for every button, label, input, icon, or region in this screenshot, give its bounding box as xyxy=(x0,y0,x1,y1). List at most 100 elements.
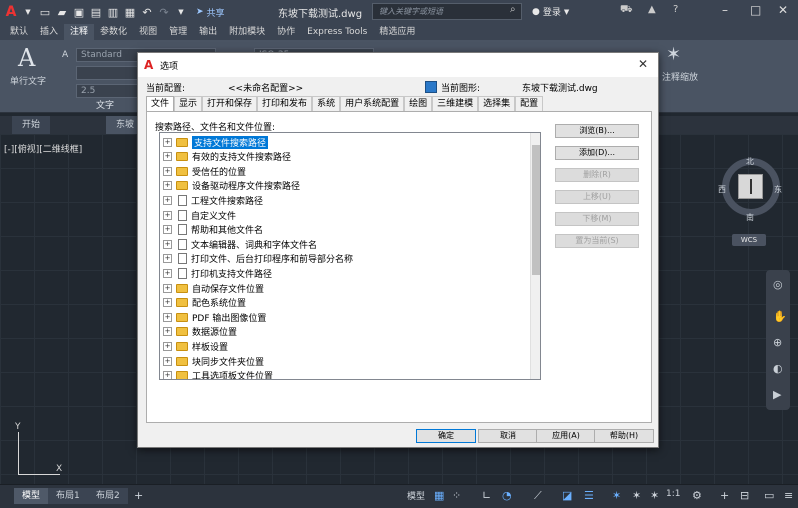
undo-icon[interactable]: ↶ xyxy=(140,5,154,19)
ribbon-tab-parametric[interactable]: 参数化 xyxy=(94,24,133,40)
expand-icon[interactable]: + xyxy=(163,181,172,191)
lineweight-icon[interactable]: ☰ xyxy=(584,489,594,502)
orbit-icon[interactable]: ◐ xyxy=(773,362,783,375)
tree-item[interactable]: + 块同步文件夹位置 xyxy=(163,354,264,368)
tree-item[interactable]: + 工程文件搜索路径 xyxy=(163,193,263,207)
layout-tab-2[interactable]: 布局2 xyxy=(88,488,128,504)
remove-button[interactable]: 删除(R) xyxy=(555,168,639,182)
single-line-text-label[interactable]: 单行文字 xyxy=(10,74,46,87)
browse-button[interactable]: 浏览(B)... xyxy=(555,124,639,138)
ribbon-tab-addins[interactable]: 附加模块 xyxy=(223,24,271,40)
web-mobile-icon[interactable]: ▥ xyxy=(106,5,120,19)
layout-tab-1[interactable]: 布局1 xyxy=(48,488,88,504)
tab-selection[interactable]: 选择集 xyxy=(478,96,516,111)
tree-item[interactable]: + 数据源位置 xyxy=(163,325,237,339)
wcs-menu[interactable]: WCS xyxy=(732,234,766,246)
tree-item[interactable]: + 打印机支持文件路径 xyxy=(163,266,272,280)
help-button[interactable]: 帮助(H) xyxy=(594,429,654,443)
expand-icon[interactable]: + xyxy=(163,239,172,249)
polar-tracking-icon[interactable]: ◔ xyxy=(502,489,512,502)
tree-item[interactable]: + 工具选项板文件位置 xyxy=(163,369,273,379)
save-icon[interactable]: ▣ xyxy=(72,5,86,19)
ribbon-tab-express-tools[interactable]: Express Tools xyxy=(301,24,373,40)
scrollbar-thumb[interactable] xyxy=(532,145,540,275)
ribbon-tab-manage[interactable]: 管理 xyxy=(163,24,193,40)
compass-west[interactable]: 西 xyxy=(718,184,726,195)
text-style-icon[interactable]: A xyxy=(62,50,68,60)
annotation-scale-icon[interactable]: ✶ xyxy=(650,489,659,502)
help-icon[interactable]: ? xyxy=(673,4,678,15)
move-up-button[interactable]: 上移(U) xyxy=(555,190,639,204)
tree-item[interactable]: + 自定义文件 xyxy=(163,208,236,222)
open-folder-icon[interactable]: ▰ xyxy=(55,5,69,19)
add-button[interactable]: 添加(D)... xyxy=(555,146,639,160)
compass-north[interactable]: 北 xyxy=(746,156,754,167)
apply-button[interactable]: 应用(A) xyxy=(536,429,596,443)
compass-south[interactable]: 南 xyxy=(746,212,754,223)
expand-icon[interactable]: + xyxy=(163,283,172,293)
auto-scale-icon[interactable]: ✶ xyxy=(632,489,641,502)
tree-item[interactable]: + PDF 输出图像位置 xyxy=(163,310,266,324)
new-file-icon[interactable]: ▭ xyxy=(38,5,52,19)
tab-system[interactable]: 系统 xyxy=(312,96,341,111)
workspace-gear-icon[interactable]: ⚙ xyxy=(692,489,702,502)
tree-item[interactable]: + 配色系统位置 xyxy=(163,296,246,310)
dialog-close-button[interactable]: ✕ xyxy=(638,57,648,71)
expand-icon[interactable]: + xyxy=(163,312,172,322)
expand-icon[interactable]: + xyxy=(163,298,172,308)
tab-drafting[interactable]: 绘图 xyxy=(404,96,433,111)
share-button[interactable]: ➤ 共享 xyxy=(196,6,225,19)
tree-item[interactable]: + 支持文件搜索路径 xyxy=(163,135,269,149)
cart-icon[interactable]: ⛟ xyxy=(620,4,633,17)
grid-icon[interactable]: ▦ xyxy=(434,489,444,502)
expand-icon[interactable]: + xyxy=(163,152,172,162)
annotation-scale-label[interactable]: 注释缩放 xyxy=(662,70,698,83)
tab-open-save[interactable]: 打开和保存 xyxy=(202,96,258,111)
tab-files[interactable]: 文件 xyxy=(146,96,175,112)
text-panel-label[interactable]: 文字 xyxy=(96,98,114,111)
tree-item[interactable]: + 样板设置 xyxy=(163,339,228,353)
customize-icon[interactable]: ≡ xyxy=(784,489,793,502)
add-layout-icon[interactable]: + xyxy=(134,489,143,502)
dialog-title-bar[interactable]: A 选项 ✕ xyxy=(138,53,658,77)
annotation-monitor-icon[interactable]: + xyxy=(720,489,729,502)
exchange-icon[interactable]: ▲ xyxy=(648,4,656,15)
ribbon-tab-insert[interactable]: 插入 xyxy=(34,24,64,40)
tree-item[interactable]: + 打印文件、后台打印程序和前导部分名称 xyxy=(163,252,353,266)
tab-user-preferences[interactable]: 用户系统配置 xyxy=(340,96,405,111)
tree-item[interactable]: + 自动保存文件位置 xyxy=(163,281,264,295)
tree-item[interactable]: + 帮助和其他文件名 xyxy=(163,223,263,237)
ortho-icon[interactable]: ∟ xyxy=(482,489,491,502)
redo-icon[interactable]: ↷ xyxy=(157,5,171,19)
set-current-button[interactable]: 置为当前(S) xyxy=(555,234,639,248)
search-input[interactable]: 键入关键字或短语 xyxy=(372,3,522,20)
expand-icon[interactable]: + xyxy=(163,268,172,278)
steering-wheel-icon[interactable]: ◎ xyxy=(773,278,783,291)
annotation-scale-icon[interactable]: ✶ xyxy=(666,44,681,65)
ribbon-tab-annotate[interactable]: 注释 xyxy=(64,24,95,40)
print-icon[interactable]: ▦ xyxy=(123,5,137,19)
expand-icon[interactable]: + xyxy=(163,137,172,147)
tree-item[interactable]: + 受信任的位置 xyxy=(163,164,246,178)
tree-item[interactable]: + 有效的支持文件搜索路径 xyxy=(163,150,291,164)
tree-item[interactable]: + 设备驱动程序文件搜索路径 xyxy=(163,179,300,193)
expand-icon[interactable]: + xyxy=(163,356,172,366)
expand-icon[interactable]: + xyxy=(163,327,172,337)
annotation-visibility-icon[interactable]: ✶ xyxy=(612,489,621,502)
file-paths-tree[interactable]: + 支持文件搜索路径 + 有效的支持文件搜索路径 + 受信任的位置 + 设备驱动程序文件搜索路… xyxy=(159,132,541,380)
snap-icon[interactable]: ⁘ xyxy=(452,489,461,502)
dropdown-arrow-icon[interactable]: ▼ xyxy=(21,5,35,19)
osnap-tracking-icon[interactable]: ⟋ xyxy=(534,489,542,503)
multiline-text-icon[interactable]: A xyxy=(18,44,35,72)
ribbon-tab-output[interactable]: 输出 xyxy=(193,24,223,40)
clean-screen-icon[interactable]: ▭ xyxy=(764,489,774,502)
annotation-scale-value[interactable]: 1:1 xyxy=(666,489,680,499)
expand-icon[interactable]: + xyxy=(163,371,172,379)
maximize-button[interactable]: □ xyxy=(750,3,761,17)
object-snap-icon[interactable]: ◪ xyxy=(562,489,572,502)
save-as-icon[interactable]: ▤ xyxy=(89,5,103,19)
model-space-toggle[interactable]: 模型 xyxy=(407,489,425,502)
tab-3d-modeling[interactable]: 三维建模 xyxy=(432,96,479,111)
dropdown-arrow-icon[interactable]: ▼ xyxy=(174,5,188,19)
expand-icon[interactable]: + xyxy=(163,166,172,176)
